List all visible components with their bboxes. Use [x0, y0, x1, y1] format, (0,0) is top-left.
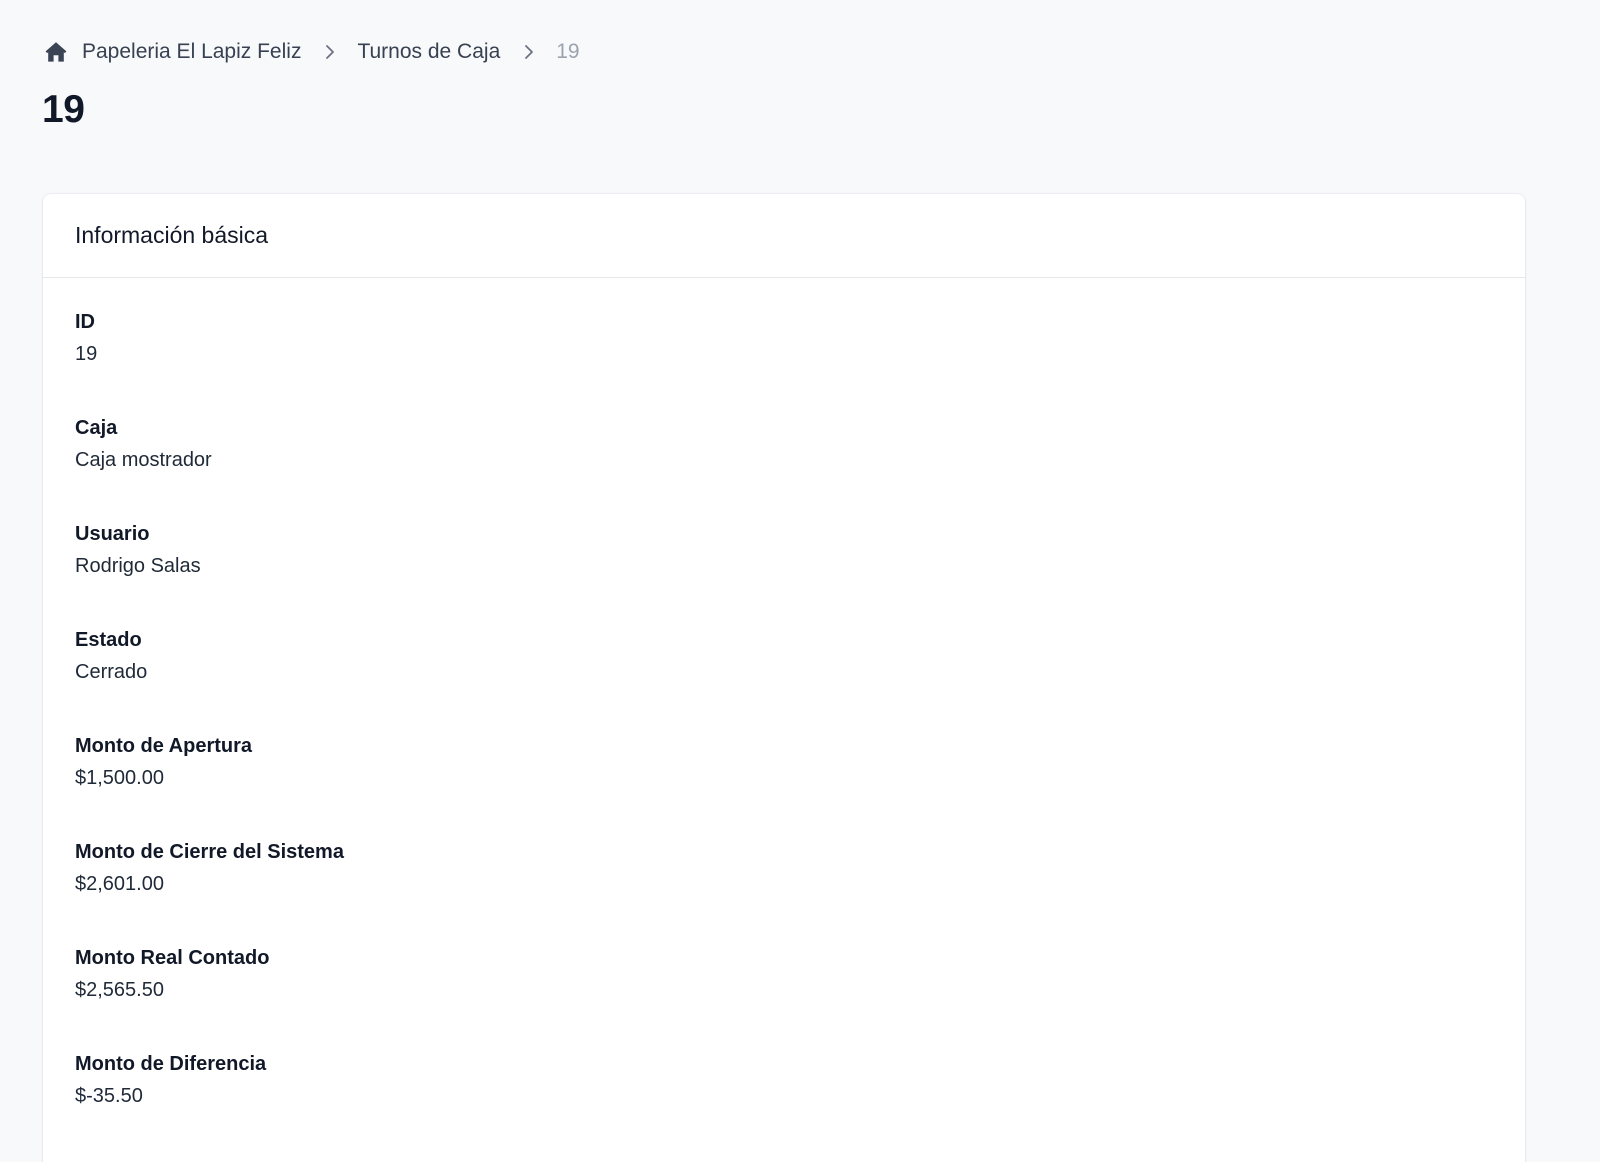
page-title: 19 — [42, 88, 85, 131]
field-value: $-35.50 — [75, 1085, 143, 1107]
field-label: Estado — [75, 629, 142, 651]
field-label: Monto Real Contado — [75, 947, 270, 969]
card-title: Información básica — [75, 222, 269, 248]
field-label: Caja — [75, 417, 118, 439]
field-label: Monto de Diferencia — [75, 1053, 267, 1075]
field-label: Monto de Cierre del Sistema — [75, 841, 344, 863]
field-estado: Estado Cerrado — [75, 628, 1493, 734]
home-icon[interactable] — [44, 40, 68, 64]
field-monto-cierre-sistema: Monto de Cierre del Sistema $2,601.00 — [75, 840, 1493, 946]
field-usuario: Usuario Rodrigo Salas — [75, 522, 1493, 628]
field-value: $1,500.00 — [75, 767, 164, 789]
field-monto-real-contado: Monto Real Contado $2,565.50 — [75, 946, 1493, 1052]
field-label: Monto de Apertura — [75, 735, 253, 757]
page: Papeleria El Lapiz Feliz Turnos de Caja … — [0, 0, 1600, 1162]
field-id: ID 19 — [75, 310, 1493, 416]
breadcrumb-item-cash-shifts[interactable]: Turnos de Caja — [357, 40, 500, 64]
chevron-right-icon — [320, 42, 340, 62]
field-monto-diferencia: Monto de Diferencia $-35.50 — [75, 1052, 1493, 1158]
breadcrumb-item-store[interactable]: Papeleria El Lapiz Feliz — [82, 40, 301, 64]
field-label: Usuario — [75, 523, 150, 545]
card-header: Información básica — [43, 194, 1525, 278]
field-value: Rodrigo Salas — [75, 555, 201, 577]
field-monto-apertura: Monto de Apertura $1,500.00 — [75, 734, 1493, 840]
field-value: 19 — [75, 343, 98, 365]
basic-info-card: Información básica ID 19 Caja Caja mostr… — [43, 194, 1525, 1162]
field-label: ID — [75, 311, 95, 333]
chevron-right-icon — [519, 42, 539, 62]
breadcrumb: Papeleria El Lapiz Feliz Turnos de Caja … — [44, 36, 580, 68]
field-value: Cerrado — [75, 661, 148, 683]
field-value: Caja mostrador — [75, 449, 212, 471]
breadcrumb-item-current: 19 — [556, 40, 580, 63]
field-value: $2,601.00 — [75, 873, 164, 895]
card-body: ID 19 Caja Caja mostrador Usuario Rodrig… — [43, 278, 1525, 1158]
field-value: $2,565.50 — [75, 979, 164, 1001]
field-caja: Caja Caja mostrador — [75, 416, 1493, 522]
